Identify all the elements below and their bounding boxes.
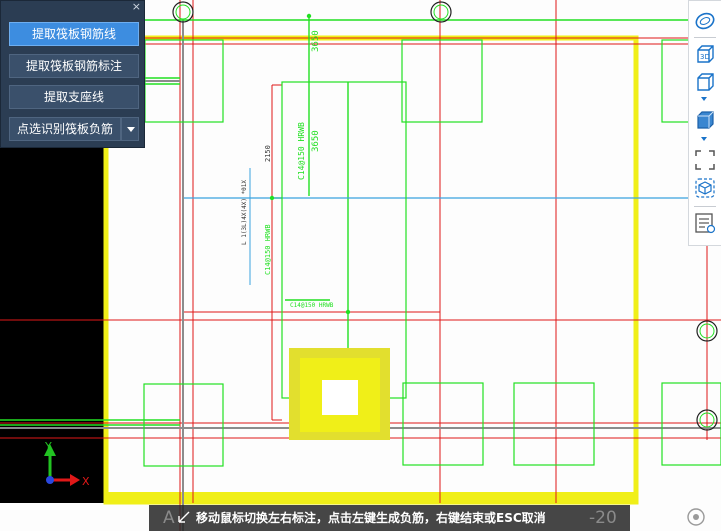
gizmo-icon[interactable]: [685, 507, 707, 527]
rebar-c14-left: C14@150 HRWB: [264, 224, 272, 275]
3d-view-icon[interactable]: 3D: [694, 43, 716, 65]
chevron-down-icon[interactable]: [701, 97, 707, 101]
status-bg-left-text: A: [163, 508, 175, 528]
ellipse-icon[interactable]: [694, 10, 716, 32]
extract-raft-rebar-annotation-button[interactable]: 提取筏板钢筋标注: [9, 54, 139, 78]
chevron-down-icon: [127, 127, 135, 132]
fit-screen-icon[interactable]: [694, 149, 716, 171]
command-status-bar: A 移动鼠标切换左右标注，点击左键生成负筋，右键结束或ESC取消 -20: [149, 505, 630, 531]
box-select-icon[interactable]: [694, 177, 716, 199]
svg-text:3D: 3D: [700, 53, 710, 61]
rebar-command-panel: × 提取筏板钢筋线 提取筏板钢筋标注 提取支座线 点选识别筏板负筋: [0, 0, 145, 148]
rebar-c14-vertical: C14@150 HRWB: [297, 122, 306, 180]
status-message: 移动鼠标切换左右标注，点击左键生成负筋，右键结束或ESC取消: [196, 511, 546, 525]
note-vertical: L 1(3L)4X(4X) *01X: [241, 180, 248, 245]
layer-list-icon[interactable]: [694, 212, 716, 234]
dim-3650-mid: 3650: [311, 130, 321, 152]
extract-raft-rebar-line-button[interactable]: 提取筏板钢筋线: [9, 22, 139, 46]
negative-rebar-dropdown-button[interactable]: [121, 117, 139, 141]
dim-2150: 2150: [264, 145, 272, 162]
cube-icon[interactable]: [694, 71, 716, 93]
cube-filled-icon[interactable]: [694, 109, 716, 131]
rebar-c14-horizontal: C14@150 HRWB: [290, 302, 334, 309]
status-bg-right-text: -20: [589, 508, 617, 528]
axis-y-label: Y: [44, 440, 52, 453]
chevron-down-icon[interactable]: [701, 137, 707, 141]
view-toolbar: 3D: [688, 0, 721, 246]
panel-close-button[interactable]: ×: [132, 1, 141, 13]
cursor-icon: [178, 511, 190, 523]
axis-x-label: X: [82, 475, 90, 488]
dim-3650-top: 3650: [311, 30, 321, 52]
extract-support-line-button[interactable]: 提取支座线: [9, 85, 139, 109]
pick-identify-negative-rebar-button[interactable]: 点选识别筏板负筋: [9, 117, 121, 141]
